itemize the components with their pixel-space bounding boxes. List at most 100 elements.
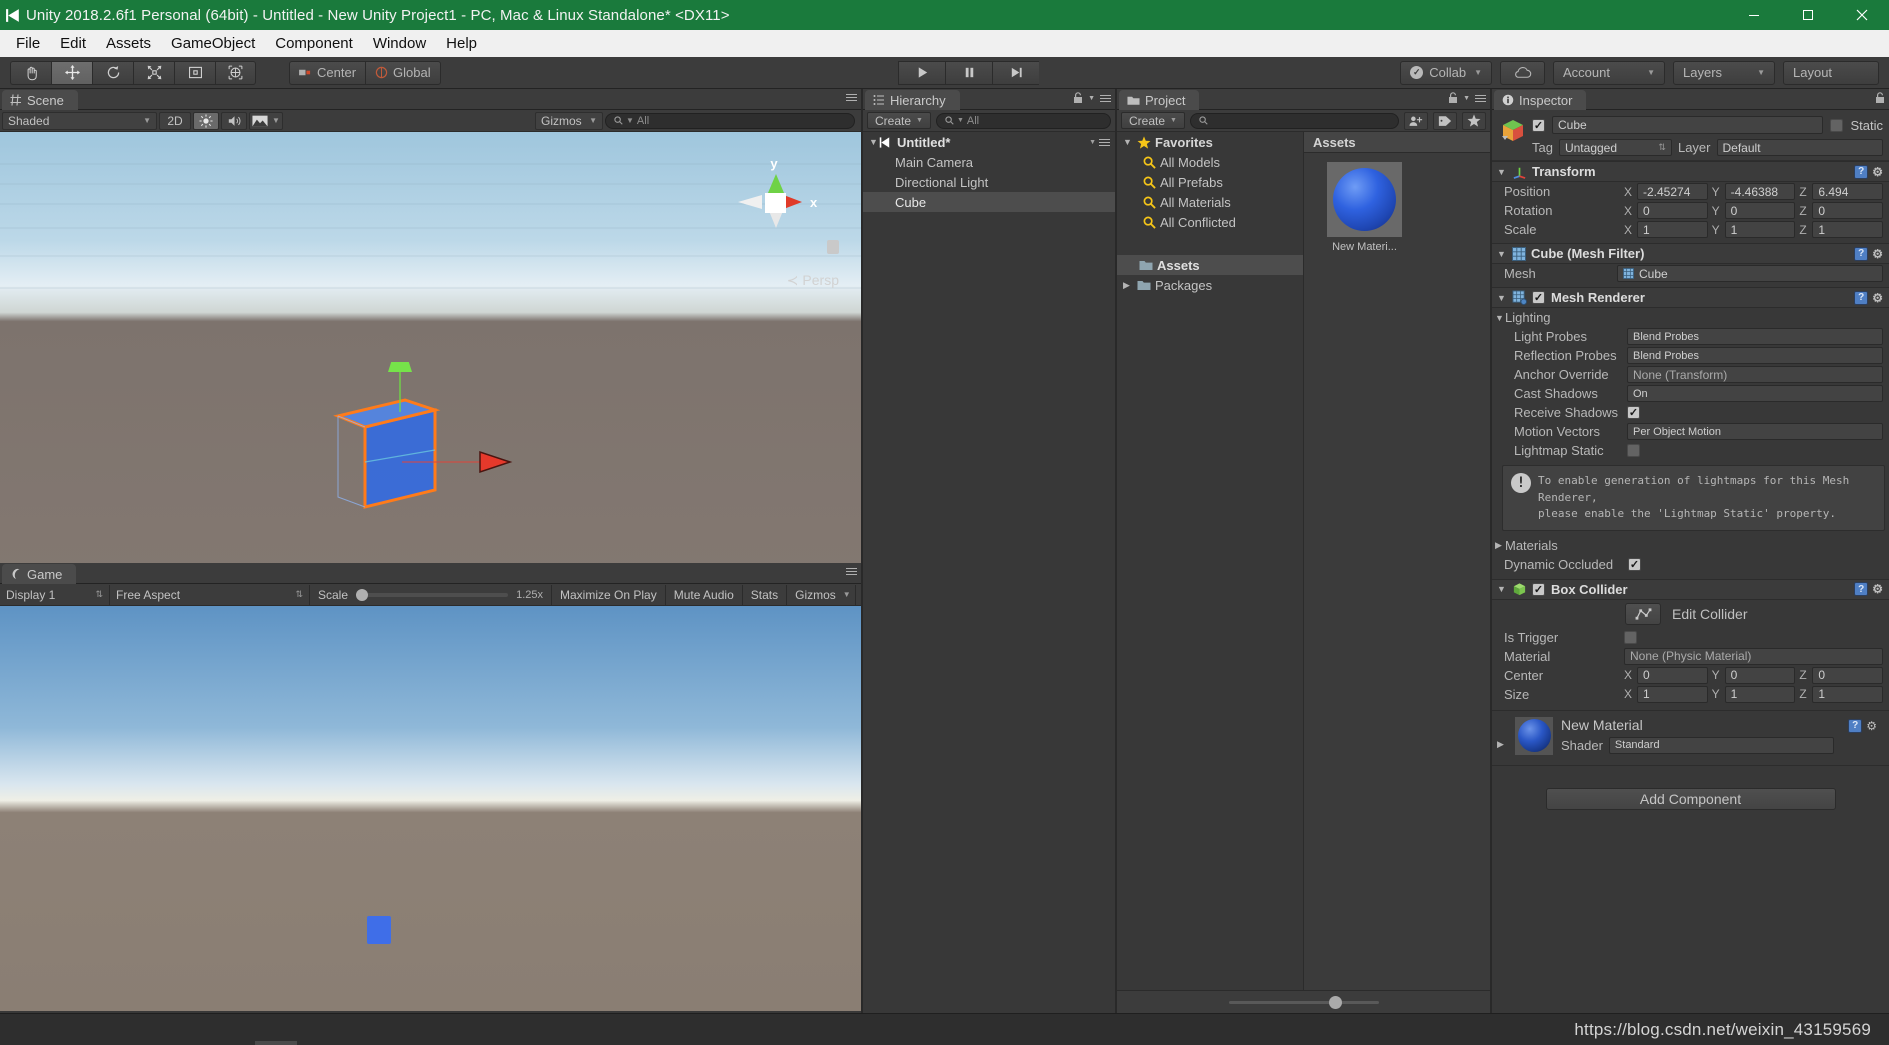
project-create-button[interactable]: Create ▼	[1121, 112, 1185, 129]
scale-z-input[interactable]: 1	[1812, 221, 1884, 238]
rect-tool-button[interactable]	[174, 60, 215, 85]
menu-assets[interactable]: Assets	[96, 32, 161, 55]
menu-file[interactable]: File	[6, 32, 50, 55]
motion-vectors-dropdown[interactable]: Per Object Motion	[1627, 423, 1883, 440]
cast-shadows-dropdown[interactable]: On	[1627, 385, 1883, 402]
project-favorite-filter-button[interactable]	[1462, 111, 1486, 130]
add-component-button[interactable]: Add Component	[1545, 787, 1836, 810]
center-x-input[interactable]: 0	[1637, 666, 1708, 684]
game-gizmos-dropdown[interactable]: Gizmos ▼	[787, 584, 856, 605]
menu-component[interactable]: Component	[265, 32, 363, 55]
project-type-filter-button[interactable]	[1404, 111, 1428, 130]
pause-button[interactable]	[945, 60, 992, 85]
hierarchy-scene-root[interactable]: ▼ Untitled* ▼	[863, 132, 1115, 152]
rotate-tool-button[interactable]	[92, 60, 133, 85]
edit-collider-button[interactable]	[1625, 602, 1661, 625]
project-search-input[interactable]	[1189, 112, 1399, 129]
cloud-services-button[interactable]	[1500, 60, 1545, 85]
component-header-mesh-renderer[interactable]: ▼ ✓ Mesh Renderer ? ⚙	[1492, 287, 1889, 308]
menu-edit[interactable]: Edit	[50, 32, 96, 55]
rotation-x-input[interactable]: 0	[1637, 202, 1708, 219]
project-folder-assets[interactable]: Assets	[1117, 255, 1303, 275]
scene-menu-icon[interactable]	[846, 92, 857, 103]
project-label-filter-button[interactable]	[1433, 111, 1457, 130]
scene-search-input[interactable]: ▼ All	[605, 112, 855, 129]
game-menu-icon[interactable]	[846, 566, 857, 577]
scene-audio-toggle[interactable]	[221, 111, 247, 130]
project-folder-packages[interactable]: ▶ Packages	[1117, 275, 1303, 295]
menu-window[interactable]: Window	[363, 32, 436, 55]
position-x-input[interactable]: -2.45274	[1637, 183, 1708, 200]
lock-icon[interactable]	[1073, 92, 1083, 104]
scene-axis-gizmo[interactable]: y x	[724, 152, 829, 252]
is-trigger-checkbox[interactable]	[1624, 630, 1637, 644]
game-maximize-on-play-toggle[interactable]: Maximize On Play	[552, 584, 666, 605]
step-button[interactable]	[992, 60, 1039, 85]
scale-slider-knob[interactable]	[356, 588, 369, 601]
layer-dropdown[interactable]: Default	[1716, 139, 1883, 156]
help-icon[interactable]: ?	[1848, 718, 1863, 733]
materials-foldout[interactable]: ▶ Materials	[1492, 536, 1889, 555]
help-icon[interactable]: ?	[1854, 164, 1869, 179]
scene-camera-mode-label[interactable]: ≺ Persp	[787, 272, 839, 289]
project-favorites-root[interactable]: ▼ Favorites	[1117, 132, 1303, 152]
project-menu-icon[interactable]	[1475, 93, 1486, 104]
game-stats-toggle[interactable]: Stats	[742, 584, 788, 605]
tab-game[interactable]: Game	[2, 564, 77, 584]
dynamic-occluded-checkbox[interactable]: ✓	[1628, 557, 1641, 571]
mesh-renderer-enabled-checkbox[interactable]: ✓	[1532, 291, 1545, 304]
project-favorite-all-conflicted[interactable]: All Conflicted	[1117, 212, 1303, 232]
help-icon[interactable]: ?	[1854, 582, 1869, 596]
tab-hierarchy[interactable]: Hierarchy	[865, 90, 960, 110]
component-header-box-collider[interactable]: ▼ ✓ Box Collider ? ⚙	[1492, 578, 1889, 600]
help-icon[interactable]: ?	[1854, 290, 1869, 305]
move-tool-button[interactable]	[51, 60, 92, 85]
static-checkbox[interactable]	[1830, 118, 1844, 132]
game-display-dropdown[interactable]: Display 1 ⇅	[0, 584, 110, 605]
scale-x-input[interactable]: 1	[1637, 221, 1708, 238]
scene-2d-toggle[interactable]: 2D	[159, 111, 191, 130]
hierarchy-item-directional-light[interactable]: Directional Light	[863, 172, 1115, 192]
lightmap-static-checkbox[interactable]	[1627, 444, 1640, 457]
gear-icon[interactable]: ⚙	[1872, 247, 1883, 261]
rotation-y-input[interactable]: 0	[1724, 202, 1796, 219]
layers-button[interactable]: Layers ▼	[1673, 60, 1775, 85]
chevron-down-icon[interactable]: ▼	[1123, 137, 1133, 147]
anchor-override-field[interactable]: None (Transform)	[1627, 366, 1883, 383]
lighting-foldout[interactable]: ▼ Lighting	[1492, 308, 1889, 327]
receive-shadows-checkbox[interactable]: ✓	[1627, 406, 1640, 419]
project-favorite-all-materials[interactable]: All Materials	[1117, 192, 1303, 212]
size-z-input[interactable]: 1	[1812, 685, 1884, 703]
chevron-right-icon[interactable]: ▶	[1123, 280, 1133, 291]
scene-gizmos-dropdown[interactable]: Gizmos ▼	[535, 111, 603, 130]
scene-drawmode-dropdown[interactable]: Shaded ▼	[2, 111, 157, 130]
project-favorite-all-models[interactable]: All Models	[1117, 152, 1303, 172]
chevron-down-icon[interactable]: ▼	[1497, 167, 1507, 177]
chevron-down-icon[interactable]: ▼	[1495, 313, 1505, 323]
game-viewport[interactable]	[0, 606, 861, 1011]
gear-icon[interactable]: ⚙	[1872, 582, 1883, 596]
hierarchy-search-input[interactable]: ▼ All	[935, 112, 1111, 129]
component-header-mesh-filter[interactable]: ▼ Cube (Mesh Filter) ? ⚙	[1492, 243, 1889, 264]
collab-button[interactable]: ✓ Collab ▼	[1400, 60, 1492, 85]
hand-tool-button[interactable]	[10, 60, 51, 85]
scene-fx-toggle[interactable]: ▼	[249, 111, 283, 130]
tab-scene[interactable]: Scene	[2, 90, 78, 110]
gear-icon[interactable]: ⚙	[1872, 291, 1883, 305]
pivot-rotation-button[interactable]: Global	[365, 60, 441, 85]
chevron-down-icon[interactable]: ▼	[1497, 249, 1507, 259]
light-probes-dropdown[interactable]: Blend Probes	[1627, 328, 1883, 345]
scene-cube-object[interactable]	[330, 362, 630, 583]
chevron-right-icon[interactable]: ▶	[1495, 540, 1505, 551]
asset-item-new-material[interactable]: New Materi...	[1327, 162, 1402, 253]
chevron-down-icon[interactable]: ▼	[869, 137, 879, 147]
box-collider-enabled-checkbox[interactable]: ✓	[1532, 582, 1545, 596]
scale-tool-button[interactable]	[133, 60, 174, 85]
minimize-button[interactable]	[1727, 0, 1781, 30]
transform-tool-button[interactable]	[215, 60, 256, 85]
tab-inspector[interactable]: Inspector	[1494, 90, 1587, 110]
chevron-down-icon[interactable]: ▼	[1497, 293, 1507, 303]
game-aspect-dropdown[interactable]: Free Aspect ⇅	[110, 584, 310, 605]
lock-icon[interactable]	[1875, 92, 1885, 104]
scene-viewport[interactable]: y x ≺ Persp	[0, 132, 861, 583]
